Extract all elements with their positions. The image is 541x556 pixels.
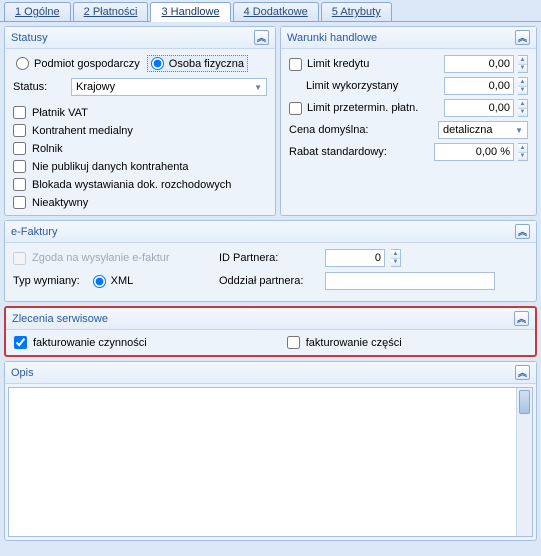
input-id-partnera[interactable]: 0	[325, 249, 385, 267]
radio-podmiot-gospodarczy[interactable]: Podmiot gospodarczy	[13, 56, 143, 71]
check-fakturowanie-czesci[interactable]: fakturowanie części	[287, 336, 402, 349]
cena-value: detaliczna	[443, 124, 493, 136]
check-blokada[interactable]: Blokada wystawiania dok. rozchodowych	[13, 178, 267, 191]
label-cena-domyslna: Cena domyślna:	[289, 124, 369, 136]
label-status: Status:	[13, 81, 63, 93]
label-osoba: Osoba fizyczna	[169, 58, 244, 70]
spinner-limit-prz[interactable]: ▲▼	[518, 99, 528, 117]
check-rolnik[interactable]: Rolnik	[13, 142, 267, 155]
panel-efaktury: e-Faktury ︽ Zgoda na wysyłanie e-faktur …	[4, 220, 537, 302]
label-platnik: Płatnik VAT	[32, 107, 88, 119]
scroll-thumb[interactable]	[519, 390, 530, 414]
collapse-opis[interactable]: ︽	[515, 365, 530, 380]
panel-zlecenia-serwisowe: Zlecenia serwisowe ︽ fakturowanie czynno…	[4, 306, 537, 357]
label-limit-kredytu: Limit kredytu	[307, 58, 369, 70]
input-oddzial-partnera[interactable]	[325, 272, 495, 290]
dropdown-cena-domyslna[interactable]: detaliczna ▼	[438, 121, 528, 139]
check-nie-publikuj[interactable]: Nie publikuj danych kontrahenta	[13, 160, 267, 173]
panel-title-statusy: Statusy	[11, 32, 48, 44]
chevron-down-icon: ▼	[515, 126, 523, 135]
label-limit-przeterm: Limit przetermin. płatn.	[307, 102, 418, 114]
textarea-opis[interactable]	[8, 387, 533, 537]
tab-atrybuty[interactable]: 5 Atrybuty	[321, 2, 392, 21]
panel-title-warunki: Warunki handlowe	[287, 32, 377, 44]
label-fakt-czyn: fakturowanie czynności	[33, 337, 147, 349]
panel-warunki-handlowe: Warunki handlowe ︽ Limit kredytu 0,00 ▲▼…	[280, 26, 537, 216]
label-podmiot: Podmiot gospodarczy	[34, 58, 140, 70]
check-fakturowanie-czynnosci[interactable]: fakturowanie czynności	[14, 336, 147, 349]
label-niepub: Nie publikuj danych kontrahenta	[32, 161, 189, 173]
collapse-efaktury[interactable]: ︽	[515, 224, 530, 239]
tab-dodatkowe[interactable]: 4 Dodatkowe	[233, 2, 319, 21]
check-kontrahent-medialny[interactable]: Kontrahent medialny	[13, 124, 267, 137]
panel-statusy: Statusy ︽ Podmiot gospodarczy Osoba fizy…	[4, 26, 276, 216]
spinner-id-partnera[interactable]: ▲▼	[391, 249, 401, 267]
input-limit-przeterm[interactable]: 0,00	[444, 99, 514, 117]
spinner-limit-wyk[interactable]: ▲▼	[518, 77, 528, 95]
label-fakt-czesci: fakturowanie części	[306, 337, 402, 349]
label-typ-wymiany: Typ wymiany:	[13, 275, 80, 287]
radio-xml[interactable]: XML	[90, 274, 137, 289]
label-limit-wykorzystany: Limit wykorzystany	[306, 80, 398, 92]
spinner-rabat[interactable]: ▲▼	[518, 143, 528, 161]
check-zgoda-efaktury: Zgoda na wysyłanie e-faktur	[13, 252, 213, 265]
label-zgoda: Zgoda na wysyłanie e-faktur	[32, 252, 170, 264]
dropdown-status[interactable]: Krajowy ▼	[71, 78, 267, 96]
panel-opis: Opis ︽	[4, 361, 537, 541]
input-rabat[interactable]: 0,00 %	[434, 143, 514, 161]
tab-bar: 1 Ogólne 2 Płatności 3 Handlowe 4 Dodatk…	[0, 0, 541, 22]
panel-title-opis: Opis	[11, 367, 34, 379]
scrollbar-opis[interactable]	[516, 388, 532, 536]
tab-ogolne[interactable]: 1 Ogólne	[4, 2, 71, 21]
label-rolnik: Rolnik	[32, 143, 63, 155]
panel-title-efaktury: e-Faktury	[11, 226, 57, 238]
check-limit-przeterm[interactable]	[289, 102, 302, 115]
tab-handlowe[interactable]: 3 Handlowe	[150, 2, 230, 22]
label-blokada: Blokada wystawiania dok. rozchodowych	[32, 179, 231, 191]
status-value: Krajowy	[76, 81, 115, 93]
chevron-down-icon: ▼	[254, 83, 262, 92]
label-rabat: Rabat standardowy:	[289, 146, 387, 158]
radio-osoba-fizyczna[interactable]: Osoba fizyczna	[147, 55, 248, 72]
label-oddzial-partnera: Oddział partnera:	[219, 275, 319, 287]
label-id-partnera: ID Partnera:	[219, 252, 319, 264]
input-limit-wykorzystany[interactable]: 0,00	[444, 77, 514, 95]
collapse-warunki[interactable]: ︽	[515, 30, 530, 45]
collapse-statusy[interactable]: ︽	[254, 30, 269, 45]
collapse-zlecenia[interactable]: ︽	[514, 311, 529, 326]
label-nieaktywny: Nieaktywny	[32, 197, 88, 209]
check-nieaktywny[interactable]: Nieaktywny	[13, 196, 267, 209]
check-limit-kredytu[interactable]	[289, 58, 302, 71]
spinner-limit-kredytu[interactable]: ▲▼	[518, 55, 528, 73]
check-platnik-vat[interactable]: Płatnik VAT	[13, 106, 267, 119]
label-medialny: Kontrahent medialny	[32, 125, 133, 137]
panel-title-zlecenia: Zlecenia serwisowe	[12, 313, 108, 325]
tab-platnosci[interactable]: 2 Płatności	[73, 2, 149, 21]
input-limit-kredytu[interactable]: 0,00	[444, 55, 514, 73]
label-xml: XML	[111, 275, 134, 287]
